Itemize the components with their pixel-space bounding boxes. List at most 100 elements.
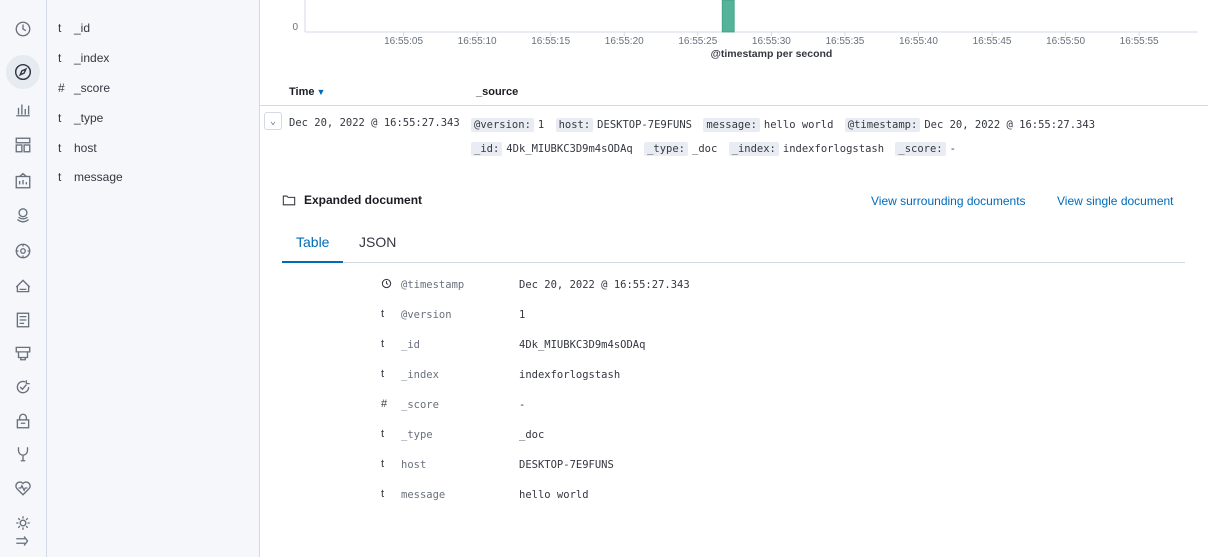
field-type-icon: t (381, 428, 385, 440)
doc-field-row: t _index indexforlogstash (260, 359, 1208, 389)
histogram-chart: 0 16:55:05 16:55:10 16:55:15 16:55:20 16:55:2… (260, 0, 1208, 70)
expanded-tabs: Table JSON (282, 230, 1185, 263)
x-tick-label: 16:55:05 (384, 36, 423, 47)
uptime-icon[interactable] (12, 376, 34, 398)
doc-field-name: _id (401, 339, 420, 351)
main-panel: 0 16:55:05 16:55:10 16:55:15 16:55:20 16:55:2… (260, 0, 1208, 557)
logs-icon[interactable] (12, 309, 34, 331)
x-tick-label: 16:55:20 (605, 36, 644, 47)
doc-field-row: @timestamp Dec 20, 2022 @ 16:55:27.343 (260, 269, 1208, 299)
field-name: _id (74, 21, 91, 35)
tab-json[interactable]: JSON (359, 234, 396, 263)
x-tick-label: 16:55:15 (531, 36, 570, 47)
x-tick-label: 16:55:10 (458, 36, 497, 47)
doc-field-name: @timestamp (401, 279, 465, 291)
clock-icon[interactable] (12, 18, 34, 40)
dashboard-icon[interactable] (12, 134, 34, 156)
field-type-icon: t (58, 141, 62, 155)
visualize-icon[interactable] (12, 98, 34, 120)
field-type-icon: t (58, 170, 62, 184)
field-item[interactable]: t _type (58, 108, 103, 128)
field-type-icon: t (58, 111, 62, 125)
devtools-icon[interactable] (12, 443, 34, 465)
x-tick-label: 16:55:35 (825, 36, 864, 47)
source-line-1: @version: 1 host: DESKTOP-7E9FUNS message:… (471, 118, 1100, 132)
field-type-icon: t (381, 458, 385, 470)
doc-field-value: indexforlogstash (519, 369, 621, 381)
doc-field-name: host (401, 459, 427, 471)
source-value: 1 (537, 119, 545, 131)
doc-field-name: _score (401, 399, 439, 411)
siem-icon[interactable] (12, 410, 34, 432)
doc-field-value: 4Dk_MIUBKC3D9m4sODAq (519, 339, 646, 351)
graph-icon[interactable] (12, 275, 34, 297)
compass-icon[interactable] (6, 55, 40, 89)
field-name: _index (74, 51, 110, 65)
histogram-svg: 0 16:55:05 16:55:10 16:55:15 16:55:20 16:55:2… (292, 0, 1198, 60)
field-type-icon: t (381, 308, 385, 320)
field-item[interactable]: t _index (58, 48, 109, 68)
source-key: @timestamp: (844, 118, 921, 132)
view-single-document-link[interactable]: View single document (1057, 194, 1174, 208)
doc-field-row: # _score - (260, 389, 1208, 419)
field-type-icon: # (381, 398, 388, 410)
x-tick-label: 16:55:40 (899, 36, 938, 47)
maps-icon[interactable] (12, 204, 34, 226)
doc-field-value: Dec 20, 2022 @ 16:55:27.343 (519, 279, 690, 291)
field-item[interactable]: t message (58, 167, 123, 187)
index-icon[interactable] (12, 342, 34, 364)
collapse-icon[interactable] (12, 530, 34, 552)
field-name: _type (74, 111, 104, 125)
field-type-icon: # (58, 81, 65, 95)
collapse-row-button[interactable]: ⌄ (264, 112, 282, 130)
canvas-icon[interactable] (12, 170, 34, 192)
doc-field-value: hello world (519, 489, 589, 501)
source-value: - (949, 143, 956, 155)
ml-icon[interactable] (12, 240, 34, 262)
doc-field-name: message (401, 489, 446, 501)
doc-field-row: t _id 4Dk_MIUBKC3D9m4sODAq (260, 329, 1208, 359)
source-value: _doc (692, 143, 718, 155)
x-tick-label: 16:55:45 (973, 36, 1012, 47)
doc-field-name: _type (401, 429, 433, 441)
doc-field-row: t @version 1 (260, 299, 1208, 329)
source-key: _id: (471, 142, 503, 156)
doc-field-value: _doc (519, 429, 545, 441)
clock-icon (381, 278, 393, 292)
row-timestamp: Dec 20, 2022 @ 16:55:27.343 (289, 117, 460, 129)
time-column-header[interactable]: Time ▼ (289, 86, 325, 98)
monitoring-icon[interactable] (12, 477, 34, 499)
field-name: message (74, 170, 123, 184)
source-column-header: _source (476, 86, 519, 98)
source-line-2: _id: 4Dk_MIUBKC3D9m4sODAq _type: _doc _ind… (471, 142, 961, 156)
view-surrounding-documents-link[interactable]: View surrounding documents (871, 194, 1026, 208)
expanded-document-title: Expanded document (282, 193, 422, 207)
sort-down-icon[interactable]: ▼ (316, 87, 325, 97)
field-type-icon: t (58, 51, 62, 65)
folder-open-icon (282, 193, 296, 207)
doc-field-row: t host DESKTOP-7E9FUNS (260, 449, 1208, 479)
field-item[interactable]: t host (58, 138, 97, 158)
field-type-icon: t (381, 368, 385, 380)
field-item[interactable]: # _score (58, 78, 110, 98)
field-name: _score (74, 81, 111, 95)
x-tick-label: 16:55:30 (752, 36, 791, 47)
doc-field-name: @version (401, 309, 452, 321)
x-tick-label: 16:55:50 (1046, 36, 1085, 47)
source-key: message: (703, 118, 760, 132)
field-item[interactable]: t _id (58, 18, 90, 38)
source-key: @version: (471, 118, 534, 132)
table-header: Time ▼ _source (260, 80, 1208, 106)
doc-field-value: DESKTOP-7E9FUNS (519, 459, 614, 471)
doc-field-name: _index (401, 369, 439, 381)
y-tick-label: 0 (292, 22, 298, 33)
doc-field-value: - (519, 399, 526, 411)
source-value: Dec 20, 2022 @ 16:55:27.343 (924, 119, 1096, 131)
field-name: host (74, 141, 97, 155)
source-key: host: (555, 118, 594, 132)
source-key: _score: (895, 142, 946, 156)
field-type-icon: t (381, 338, 385, 350)
histogram-bar (721, 0, 735, 33)
field-list: t _id t _index # _score t _type t host t messa… (47, 0, 260, 557)
tab-table[interactable]: Table (282, 234, 344, 263)
